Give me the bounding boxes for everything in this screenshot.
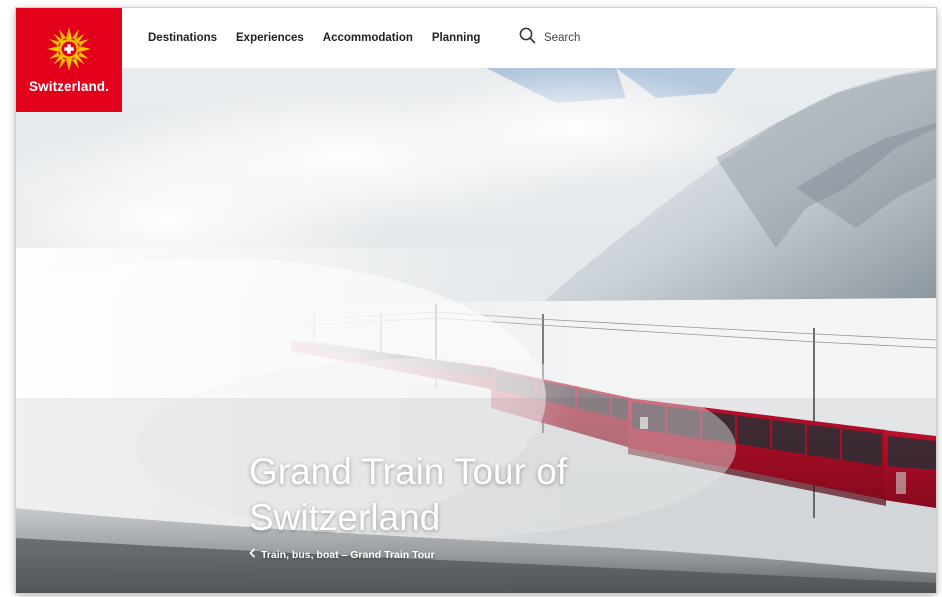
chevron-left-icon <box>249 548 256 561</box>
switzerland-logo[interactable]: Switzerland. <box>16 8 122 112</box>
breadcrumb[interactable]: Train, bus, boat – Grand Train Tour <box>249 548 435 561</box>
hero-title: Grand Train Tour of Switzerland <box>249 451 568 538</box>
hero-section: Grand Train Tour of Switzerland Train, b… <box>16 68 936 593</box>
nav-item-planning[interactable]: Planning <box>432 32 481 44</box>
nav-item-accommodation[interactable]: Accommodation <box>323 32 413 44</box>
search-label: Search <box>544 32 581 44</box>
breadcrumb-link: Train, bus, boat – Grand Train Tour <box>261 548 435 561</box>
browser-page: Destinations Experiences Accommodation P… <box>16 8 936 593</box>
sun-cross-emblem-icon <box>47 27 91 71</box>
top-navigation-bar: Destinations Experiences Accommodation P… <box>16 8 936 68</box>
logo-text: Switzerland. <box>29 79 109 94</box>
main-nav: Destinations Experiences Accommodation P… <box>148 8 480 68</box>
nav-item-destinations[interactable]: Destinations <box>148 32 217 44</box>
search-icon <box>519 27 536 49</box>
search-button[interactable]: Search <box>519 8 580 68</box>
nav-item-experiences[interactable]: Experiences <box>236 32 304 44</box>
